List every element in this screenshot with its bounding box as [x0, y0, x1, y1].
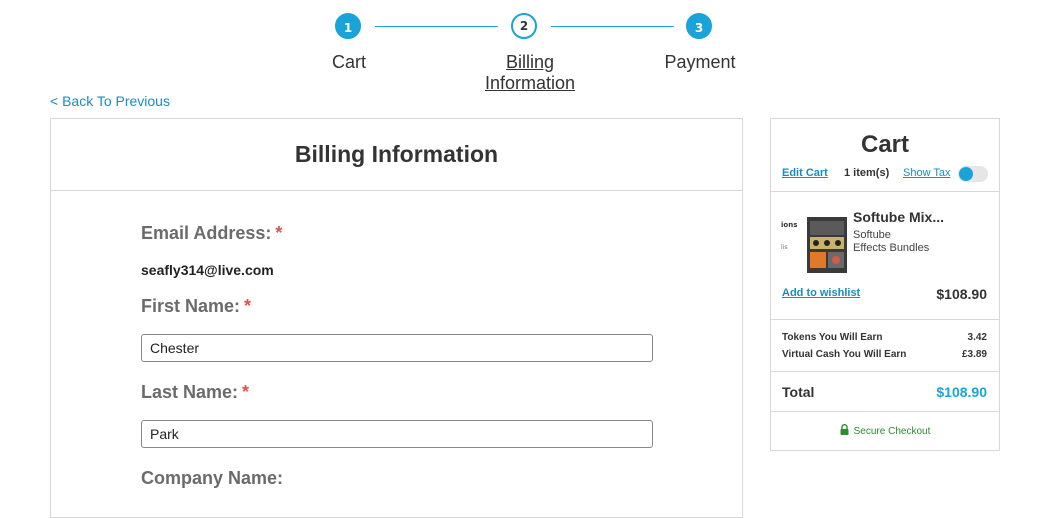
- last-name-label-text: Last Name:: [141, 382, 239, 402]
- item-count: 1 item(s): [844, 167, 890, 179]
- billing-panel: Billing Information Email Address: * seaf…: [50, 118, 743, 518]
- virtual-cash-value: £3.89: [961, 349, 987, 360]
- cart-title: Cart: [860, 131, 909, 158]
- step-connector: [551, 26, 674, 27]
- email-value: seafly314@live.com: [141, 262, 274, 278]
- product-name[interactable]: Softube Mix...: [853, 209, 944, 225]
- product-thumbnail[interactable]: ions lis: [781, 209, 847, 273]
- step-1-circle[interactable]: 1: [335, 13, 361, 39]
- last-name-label: Last Name: *: [141, 382, 249, 403]
- email-label: Email Address: *: [141, 223, 282, 244]
- required-mark: *: [242, 382, 250, 402]
- first-name-label-text: First Name:: [141, 296, 241, 316]
- divider: [771, 319, 999, 320]
- cart-panel: Cart Edit Cart 1 item(s) Show Tax ions l…: [770, 118, 1000, 451]
- edit-cart-link[interactable]: Edit Cart: [782, 167, 828, 179]
- total-value: $108.90: [936, 384, 987, 400]
- product-price: $108.90: [936, 286, 987, 302]
- step-2-label-line1: Billing: [505, 52, 555, 72]
- product-category: Effects Bundles: [853, 242, 930, 254]
- back-to-previous-link[interactable]: < Back To Previous: [50, 93, 170, 109]
- step-1-label[interactable]: Cart: [309, 52, 389, 73]
- first-name-input[interactable]: Chester: [141, 334, 653, 362]
- total-label: Total: [782, 384, 815, 400]
- secure-checkout: Secure Checkout: [771, 424, 999, 438]
- step-connector: [375, 26, 498, 27]
- required-mark: *: [244, 296, 252, 316]
- email-label-text: Email Address:: [141, 223, 272, 243]
- secure-checkout-text: Secure Checkout: [853, 426, 931, 437]
- required-mark: *: [275, 223, 283, 243]
- tokens-label: Tokens You Will Earn: [782, 332, 883, 343]
- last-name-input[interactable]: Park: [141, 420, 653, 448]
- svg-text:lis: lis: [781, 244, 787, 251]
- step-2-label-line2: Information: [484, 73, 576, 93]
- step-2-circle: 2: [511, 13, 537, 39]
- step-3-circle: 3: [686, 13, 712, 39]
- product-brand: Softube: [853, 229, 891, 241]
- virtual-cash-label: Virtual Cash You Will Earn: [782, 349, 907, 360]
- lock-icon: [840, 424, 849, 438]
- plugin-bundle-image: ions lis: [781, 217, 847, 273]
- divider: [771, 191, 999, 192]
- billing-title: Billing Information: [51, 119, 742, 191]
- first-name-label: First Name: *: [141, 296, 251, 317]
- checkout-stepper: 1 Cart 2 Billing Information 3 Payment: [0, 0, 1049, 100]
- divider: [771, 411, 999, 412]
- step-2-label: Billing Information: [470, 52, 590, 94]
- svg-text:ions: ions: [781, 221, 797, 229]
- company-name-label: Company Name:: [141, 468, 284, 488]
- tokens-value: 3.42: [967, 332, 987, 343]
- add-to-wishlist-link[interactable]: Add to wishlist: [782, 287, 860, 299]
- show-tax-toggle[interactable]: [958, 166, 988, 182]
- step-3-label: Payment: [664, 52, 736, 72]
- toggle-knob: [959, 167, 973, 181]
- show-tax-link[interactable]: Show Tax: [903, 167, 951, 179]
- divider: [771, 371, 999, 372]
